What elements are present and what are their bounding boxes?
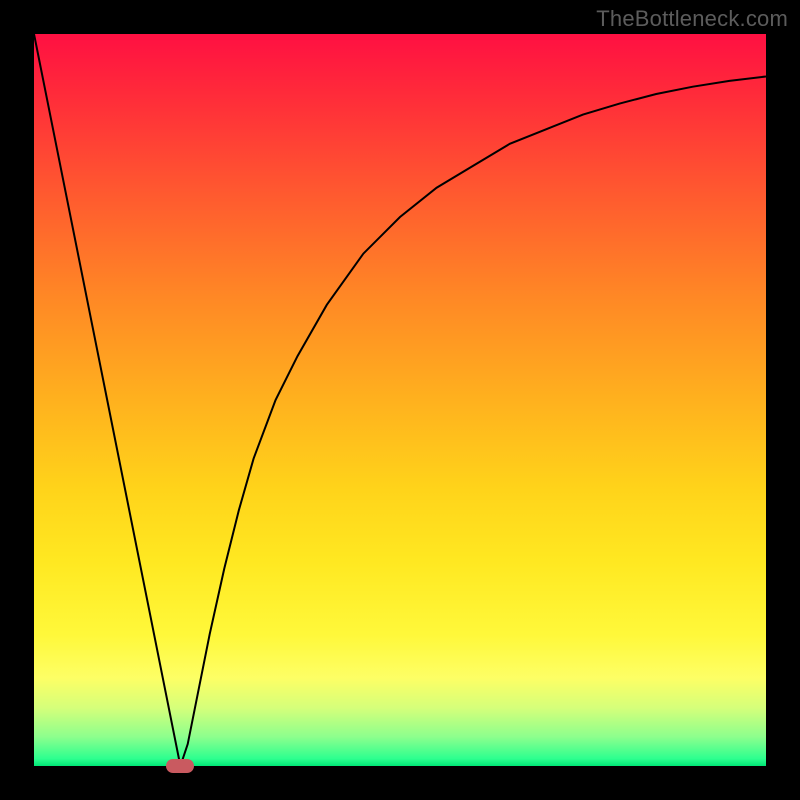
optimum-marker xyxy=(166,759,194,773)
chart-frame: TheBottleneck.com xyxy=(0,0,800,800)
bottleneck-curve xyxy=(34,34,766,766)
plot-area xyxy=(34,34,766,766)
watermark-text: TheBottleneck.com xyxy=(596,6,788,32)
